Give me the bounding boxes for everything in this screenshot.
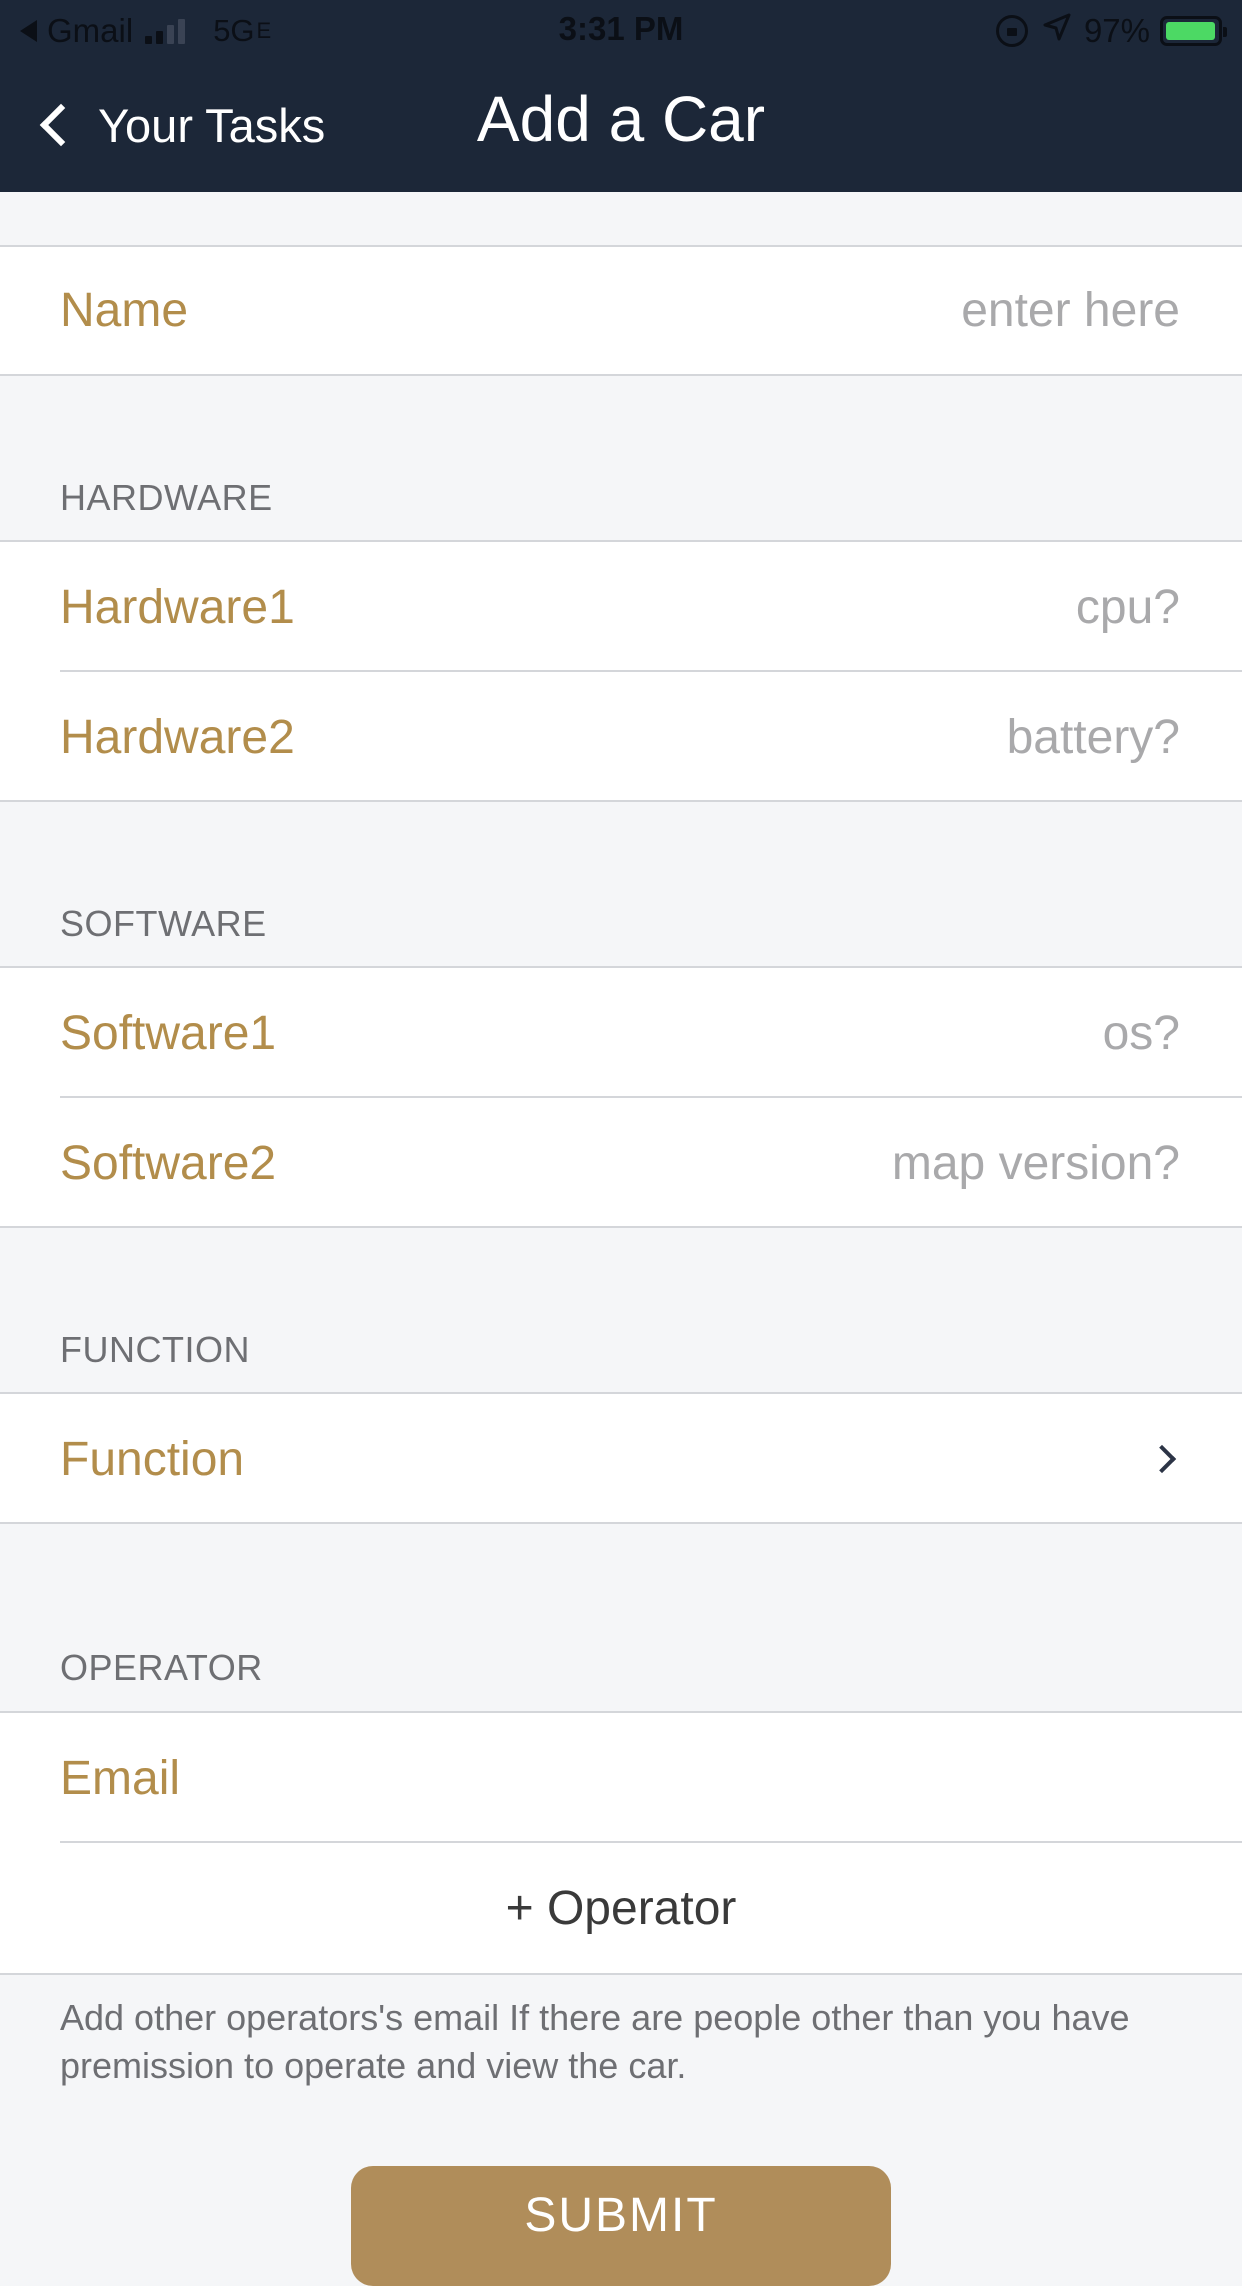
add-operator-button[interactable]: + Operator — [0, 1843, 1242, 1973]
orientation-lock-icon — [995, 15, 1028, 47]
operator-footnote: Add other operators's email If there are… — [60, 1997, 1130, 2086]
software1-input[interactable] — [582, 1004, 1182, 1062]
submit-button[interactable]: SUBMIT — [351, 2166, 891, 2286]
email-label: Email — [60, 1751, 181, 1805]
section-header-function: FUNCTION — [60, 1329, 250, 1370]
name-label: Name — [60, 284, 189, 337]
software1-row[interactable]: Software1 — [0, 968, 1242, 1098]
hardware1-input[interactable] — [582, 578, 1182, 636]
section-header-hardware: HARDWARE — [60, 477, 273, 518]
software2-row[interactable]: Software2 — [0, 1098, 1242, 1228]
navigation-bar: Your Tasks Add a Car — [0, 62, 1242, 192]
divider — [0, 1522, 1242, 1524]
function-row[interactable]: Function — [0, 1394, 1242, 1524]
hardware2-row[interactable]: Hardware2 — [0, 672, 1242, 802]
name-input[interactable] — [582, 282, 1182, 339]
software2-input[interactable] — [582, 1134, 1182, 1192]
battery-percent: 97% — [1083, 12, 1150, 49]
divider — [0, 1973, 1242, 1975]
divider — [0, 800, 1242, 802]
hardware2-label: Hardware2 — [60, 710, 295, 764]
location-arrow-icon — [1042, 12, 1072, 50]
function-label: Function — [60, 1432, 245, 1486]
section-header-software: SOFTWARE — [60, 903, 267, 944]
hardware2-input[interactable] — [582, 708, 1182, 766]
status-bar-right: 97% — [995, 10, 1227, 52]
status-bar: Gmail 5G E 3:31 PM 97% — [0, 0, 1242, 62]
email-input[interactable] — [582, 1749, 1182, 1807]
hardware1-label: Hardware1 — [60, 580, 295, 634]
chevron-right-icon — [1147, 1444, 1177, 1474]
hardware1-row[interactable]: Hardware1 — [0, 542, 1242, 672]
divider — [0, 1226, 1242, 1228]
software1-label: Software1 — [60, 1006, 277, 1060]
email-row[interactable]: Email — [0, 1713, 1242, 1843]
software2-label: Software2 — [60, 1136, 277, 1190]
section-header-operator: OPERATOR — [60, 1647, 263, 1688]
battery-charging-icon — [1160, 16, 1227, 46]
name-row[interactable]: Name — [0, 247, 1242, 374]
divider — [0, 374, 1242, 376]
page-title: Add a Car — [476, 83, 766, 155]
